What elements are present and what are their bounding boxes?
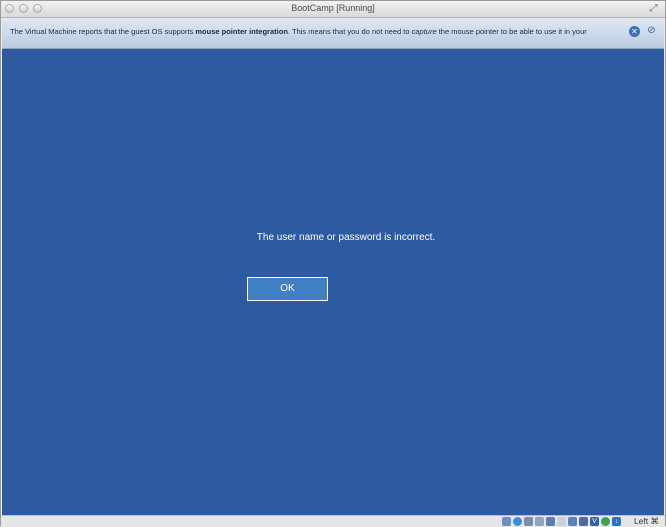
host-key-label: Left ⌘ bbox=[633, 516, 659, 526]
shared-folders-icon[interactable] bbox=[535, 517, 544, 526]
download-icon[interactable]: ↓ bbox=[612, 517, 621, 526]
title-bar[interactable]: BootCamp [Running] ⤢ bbox=[1, 1, 665, 18]
virtualization-icon[interactable]: V bbox=[590, 517, 599, 526]
mouse-integration-notice: The Virtual Machine reports that the gue… bbox=[2, 18, 664, 49]
error-message: The user name or password is incorrect. bbox=[256, 232, 436, 243]
guest-screen[interactable]: The user name or password is incorrect. … bbox=[2, 49, 664, 515]
vm-window: BootCamp [Running] ⤢ The Virtual Machine… bbox=[0, 0, 666, 527]
optical-disk-icon[interactable] bbox=[513, 517, 522, 526]
notice-dont-show-icon[interactable]: ⊘ bbox=[645, 25, 658, 37]
video-capture-icon[interactable] bbox=[568, 517, 577, 526]
hard-disk-icon[interactable] bbox=[502, 517, 511, 526]
window-title: BootCamp [Running] bbox=[291, 3, 375, 13]
notice-text: The Virtual Machine reports that the gue… bbox=[10, 27, 587, 36]
network-icon[interactable] bbox=[546, 517, 555, 526]
fullscreen-icon[interactable]: ⤢ bbox=[648, 3, 659, 14]
audio-icon[interactable] bbox=[579, 517, 588, 526]
ok-button[interactable]: OK bbox=[247, 277, 328, 301]
mouse-integration-icon[interactable] bbox=[601, 517, 610, 526]
display-icon[interactable] bbox=[557, 517, 566, 526]
status-bar: V ↓ Left ⌘ bbox=[1, 515, 665, 527]
notice-close-icon[interactable]: ✕ bbox=[629, 26, 640, 37]
usb-icon[interactable] bbox=[524, 517, 533, 526]
